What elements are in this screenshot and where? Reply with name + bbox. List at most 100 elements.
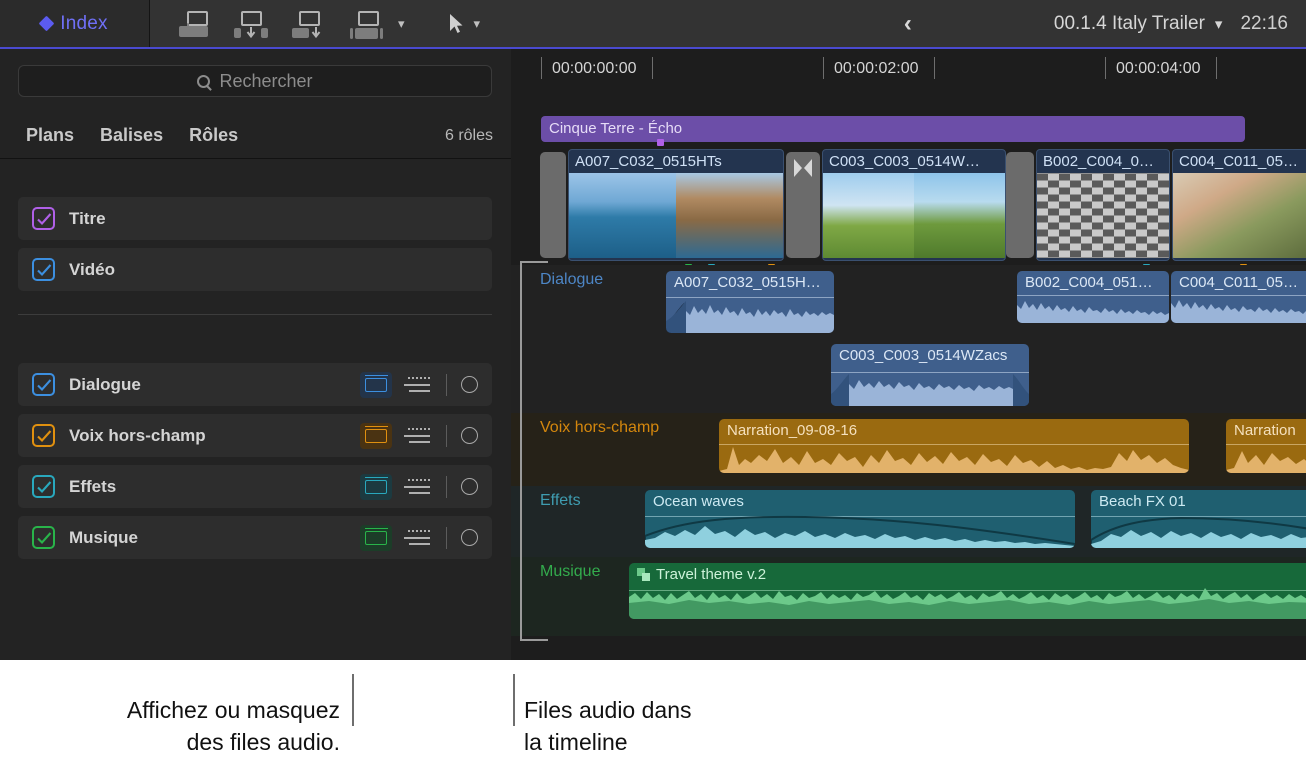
overwrite-edit-button[interactable] [350, 9, 388, 39]
insert-arrow-icon [244, 27, 258, 39]
solo-icon-dialogue[interactable] [461, 376, 478, 393]
checkmark-icon [36, 211, 53, 228]
insert-right-bar-icon [261, 28, 268, 38]
subroles-icon-dialogue[interactable] [360, 372, 392, 398]
audio-clip[interactable]: B002_C004_051… [1017, 271, 1169, 323]
solo-icon-effets[interactable] [461, 478, 478, 495]
append-edit-button[interactable] [292, 9, 330, 39]
role-checkbox-titre[interactable] [32, 207, 55, 230]
ruler-tick [541, 57, 542, 79]
role-checkbox-effets[interactable] [32, 475, 55, 498]
back-button[interactable]: ‹ [904, 10, 912, 38]
lane-musique[interactable]: Musique Travel theme v.2 [511, 557, 1306, 636]
index-button[interactable]: Index [0, 0, 150, 47]
timeline[interactable]: 00:00:00:00 00:00:02:00 00:00:04:00 Cinq… [511, 49, 1306, 660]
audio-clip-label: Ocean waves [653, 493, 744, 510]
checkmark-icon [36, 262, 53, 279]
connect-bar-icon [179, 26, 208, 37]
audio-clip[interactable]: Travel theme v.2 [629, 563, 1306, 619]
overwrite-right-tick-icon [380, 28, 383, 39]
overwrite-bar-icon [355, 28, 378, 39]
callout-line-2: la timeline [524, 726, 844, 758]
role-row-dialogue[interactable]: Dialogue [18, 363, 492, 406]
checkmark-icon [36, 479, 53, 496]
search-field[interactable]: Rechercher [18, 65, 492, 97]
video-thumbnails [823, 173, 1005, 258]
callout-hide-audio-lanes: Affichez ou masquez des files audio. [40, 694, 340, 758]
control-divider [446, 425, 447, 447]
role-checkbox-musique[interactable] [32, 526, 55, 549]
video-clip[interactable]: C003_C003_0514W… [822, 149, 1006, 261]
video-storyline[interactable]: A007_C032_0515HTs C003_C003_0514W… [540, 149, 1306, 261]
solo-icon-musique[interactable] [461, 529, 478, 546]
search-icon [197, 75, 210, 88]
role-row-video[interactable]: Vidéo [18, 248, 492, 291]
audio-lanes-icon-dialogue[interactable] [404, 374, 434, 396]
role-checkbox-dialogue[interactable] [32, 373, 55, 396]
ruler-label: 00:00:02:00 [834, 60, 919, 78]
audio-clip[interactable]: C003_C003_0514WZacs [831, 344, 1029, 406]
index-tabs: Plans Balises Rôles 6 rôles [0, 113, 511, 158]
role-checkbox-video[interactable] [32, 258, 55, 281]
lane-dialogue[interactable]: Dialogue A007_C032_0515H… B002_C004_051… [511, 265, 1306, 413]
audio-lanes-icon-musique[interactable] [404, 527, 434, 549]
audio-waveform [1091, 514, 1306, 548]
subroles-icon-voix-hors-champ[interactable] [360, 423, 392, 449]
callout-line-2: des files audio. [40, 726, 340, 758]
subroles-icon-effets[interactable] [360, 474, 392, 500]
tool-selector-group[interactable]: ▾ [449, 13, 481, 35]
role-row-musique[interactable]: Musique [18, 516, 492, 559]
role-row-titre[interactable]: Titre [18, 197, 492, 240]
solo-icon-voix-hors-champ[interactable] [461, 427, 478, 444]
audio-clip[interactable]: C004_C011_05… [1171, 271, 1306, 323]
append-arrow-icon [309, 27, 323, 39]
audio-clip[interactable]: A007_C032_0515H… [666, 271, 834, 333]
video-clip[interactable]: C004_C011_05… [1172, 149, 1306, 261]
audio-waveform [719, 441, 1189, 473]
video-gap-clip[interactable] [540, 152, 566, 258]
audio-waveform [1017, 293, 1169, 323]
index-button-label: Index [60, 13, 107, 35]
audio-lanes-icon-voix-hors-champ[interactable] [404, 425, 434, 447]
video-clip[interactable]: B002_C004_0… [1036, 149, 1170, 261]
edit-buttons-group: ▾ [150, 9, 405, 39]
app-window: Index [0, 0, 1306, 660]
audio-clip[interactable]: Beach FX 01 [1091, 490, 1306, 548]
index-diamond-icon [39, 16, 55, 32]
timeline-ruler[interactable]: 00:00:00:00 00:00:02:00 00:00:04:00 [511, 49, 1306, 91]
edit-buttons-chevron-down-icon[interactable]: ▾ [398, 16, 405, 32]
audio-clip-label: C003_C003_0514WZacs [839, 347, 1007, 364]
role-row-effets[interactable]: Effets [18, 465, 492, 508]
clip-marker[interactable] [657, 139, 664, 146]
audio-lanes-icon-effets[interactable] [404, 476, 434, 498]
callout-line-1: Files audio dans [524, 694, 844, 726]
lane-effets[interactable]: Effets Ocean waves Beach FX 01 [511, 486, 1306, 557]
tab-plans[interactable]: Plans [26, 125, 74, 146]
insert-edit-button[interactable] [234, 9, 272, 39]
fcp-roles-index-screenshot: Index [0, 0, 1306, 766]
search-placeholder: Rechercher [219, 71, 312, 92]
ruler-tick [1105, 57, 1106, 79]
project-chevron-down-icon[interactable]: ▾ [1215, 15, 1223, 33]
role-checkbox-voix-hors-champ[interactable] [32, 424, 55, 447]
roles-list: Titre Vidéo Dialogue [0, 159, 511, 659]
roles-count-label: 6 rôles [445, 127, 493, 145]
connect-stem-icon [187, 23, 189, 28]
title-clip[interactable]: Cinque Terre - Écho [541, 116, 1245, 142]
bracket-top [520, 261, 548, 263]
video-clip[interactable]: A007_C032_0515HTs [568, 149, 784, 261]
audio-clip[interactable]: Narration [1226, 419, 1306, 473]
audio-clip[interactable]: Ocean waves [645, 490, 1075, 548]
video-gap-clip[interactable] [1006, 152, 1034, 258]
tab-roles[interactable]: Rôles [189, 125, 238, 146]
video-transition-clip[interactable] [786, 152, 820, 258]
connect-edit-button[interactable] [176, 9, 214, 39]
role-row-voix-hors-champ[interactable]: Voix hors-champ [18, 414, 492, 457]
subroles-icon-musique[interactable] [360, 525, 392, 551]
audio-clip[interactable]: Narration_09-08-16 [719, 419, 1189, 473]
role-controls-effets [360, 474, 492, 500]
tool-chevron-down-icon[interactable]: ▾ [474, 16, 481, 32]
tab-balises[interactable]: Balises [100, 125, 163, 146]
lane-label-voix-hors-champ: Voix hors-champ [540, 419, 659, 437]
lane-voix-hors-champ[interactable]: Voix hors-champ Narration_09-08-16 Narra… [511, 413, 1306, 486]
